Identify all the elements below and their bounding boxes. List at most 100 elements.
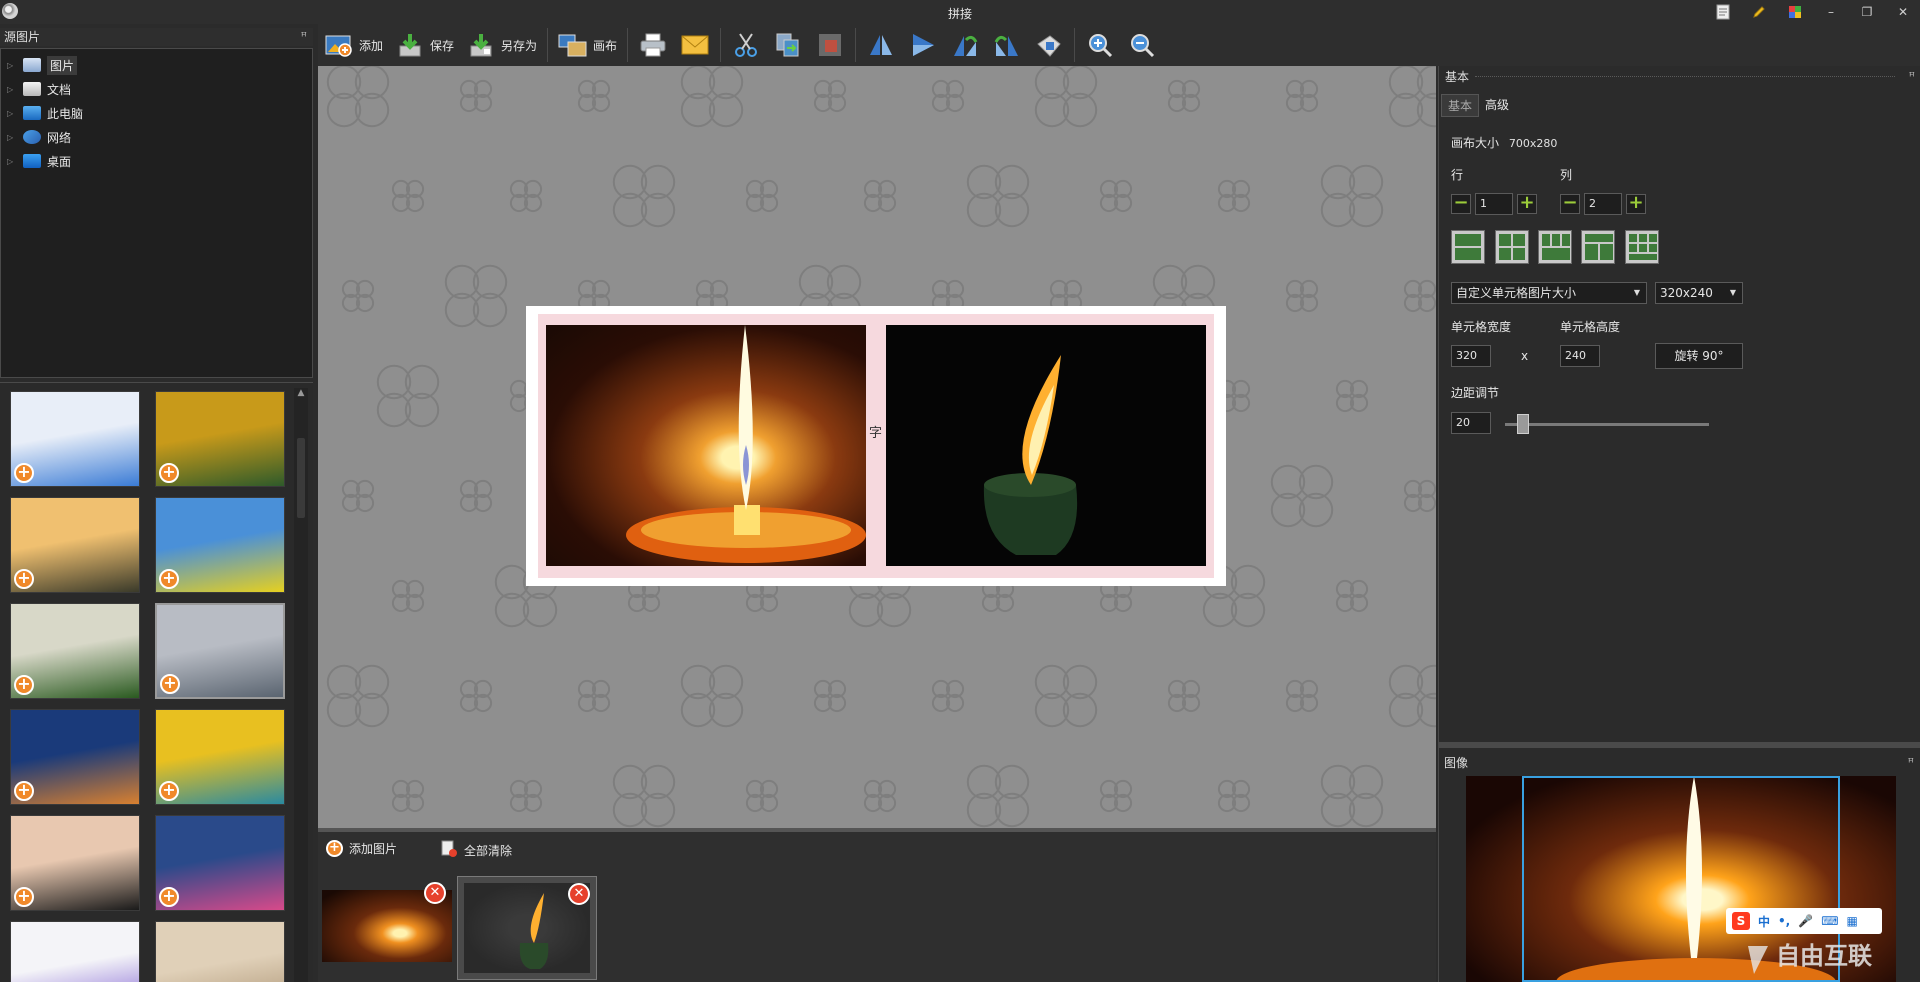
zoom-out-button[interactable] — [1121, 27, 1163, 63]
expand-arrow-icon[interactable]: ▷ — [7, 85, 17, 94]
remove-image-icon[interactable]: ✕ — [424, 882, 446, 904]
palette-icon[interactable] — [1784, 2, 1806, 22]
flower-motif — [1403, 279, 1436, 313]
clear-all-button[interactable]: 全部清除 — [440, 840, 512, 861]
document-icon[interactable] — [1712, 2, 1734, 22]
thumb-sand-dunes[interactable] — [155, 921, 285, 982]
email-button[interactable] — [674, 27, 716, 63]
pin-icon[interactable]: ꟸ — [1908, 752, 1914, 774]
layout-preset-2[interactable] — [1495, 230, 1529, 264]
pencil-icon[interactable] — [1748, 2, 1770, 22]
free-rotate-button[interactable] — [1028, 27, 1070, 63]
keyboard-icon[interactable]: ⌨ — [1821, 914, 1838, 928]
cols-decrement-button[interactable]: − — [1560, 194, 1580, 214]
cell-width-input[interactable]: 320 — [1451, 345, 1491, 367]
close-icon[interactable]: ✕ — [1892, 2, 1914, 22]
scroll-thumb[interactable] — [297, 438, 305, 518]
thumb-misty-forest[interactable]: + — [10, 603, 140, 699]
thumb-autumn-road[interactable]: + — [155, 391, 285, 487]
canvas-button[interactable]: 画布 — [552, 27, 623, 63]
layout-preset-3[interactable] — [1538, 230, 1572, 264]
ime-punct[interactable]: •, — [1778, 914, 1790, 928]
thumb-rice-terraces[interactable]: + — [155, 709, 285, 805]
tab-basic[interactable]: 基本 — [1441, 94, 1480, 117]
thumb-green-field-tree[interactable]: + — [155, 497, 285, 593]
thumb-castle-sunset[interactable]: + — [10, 497, 140, 593]
strip-image-candle-1[interactable]: ✕ — [322, 876, 452, 980]
restore-icon[interactable]: ❐ — [1856, 2, 1878, 22]
thumb-screenshot-1[interactable]: + — [10, 391, 140, 487]
tree-item-this-pc[interactable]: ▷ 此电脑 — [1, 101, 312, 125]
collage-preview[interactable]: 字 — [526, 306, 1226, 586]
pin-icon[interactable]: ꟸ — [301, 28, 307, 46]
remove-image-icon[interactable]: ✕ — [568, 883, 590, 905]
rotate-90-button[interactable]: 旋转 90° — [1655, 343, 1743, 369]
print-button[interactable] — [632, 27, 674, 63]
tree-item-desktop[interactable]: ▷ 桌面 — [1, 149, 312, 173]
expand-arrow-icon[interactable]: ▷ — [7, 157, 17, 166]
add-to-collage-icon[interactable]: + — [159, 781, 179, 801]
crop-button[interactable] — [809, 27, 851, 63]
editing-canvas[interactable]: 字 — [318, 66, 1436, 828]
flip-vertical-button[interactable] — [902, 27, 944, 63]
cell-size-preset-select[interactable]: 320x240 ▼ — [1655, 282, 1743, 304]
add-to-collage-icon[interactable]: + — [14, 569, 34, 589]
thumb-city-bridge-night[interactable]: + — [10, 709, 140, 805]
panel-splitter[interactable] — [1438, 742, 1920, 748]
expand-arrow-icon[interactable]: ▷ — [7, 109, 17, 118]
save-as-button[interactable]: 另存为 — [460, 27, 543, 63]
pin-icon[interactable]: ꟸ — [1909, 66, 1915, 88]
add-image-button[interactable]: + 添加图片 — [326, 840, 397, 857]
save-button[interactable]: 保存 — [389, 27, 460, 63]
rotate-right-button[interactable] — [986, 27, 1028, 63]
add-to-collage-icon[interactable]: + — [159, 887, 179, 907]
canvas-size-value: 700x280 — [1508, 137, 1558, 150]
margin-slider-handle[interactable] — [1517, 414, 1530, 434]
rows-input[interactable]: 1 — [1475, 193, 1513, 215]
scroll-up-arrow-icon[interactable]: ▲ — [294, 388, 308, 400]
layout-preset-4[interactable] — [1581, 230, 1615, 264]
thumb-screenshot-2[interactable] — [10, 921, 140, 982]
add-to-collage-icon[interactable]: + — [14, 675, 34, 695]
add-to-collage-icon[interactable]: + — [14, 781, 34, 801]
tab-advanced[interactable]: 高级 — [1479, 94, 1515, 117]
grid-icon[interactable]: ▦ — [1847, 914, 1858, 928]
cell-height-input[interactable]: 240 — [1560, 345, 1600, 367]
thumbnail-scrollbar[interactable]: ▲ — [294, 388, 308, 982]
add-to-collage-icon[interactable]: + — [159, 569, 179, 589]
copy-button[interactable] — [767, 27, 809, 63]
cut-button[interactable] — [725, 27, 767, 63]
cols-input[interactable]: 2 — [1584, 193, 1622, 215]
collage-cell-candle-2[interactable] — [886, 325, 1206, 566]
thumb-app-tiles[interactable]: + — [155, 815, 285, 911]
tree-item-pictures[interactable]: ▷ 图片 — [1, 53, 312, 77]
thumb-river-fisherman[interactable]: + — [155, 603, 285, 699]
margin-input[interactable]: 20 — [1451, 412, 1491, 434]
rows-decrement-button[interactable]: − — [1451, 194, 1471, 214]
add-to-collage-icon[interactable]: + — [160, 674, 180, 694]
rotate-left-button[interactable] — [944, 27, 986, 63]
margin-slider-track[interactable] — [1505, 423, 1709, 426]
strip-image-candle-2[interactable]: ✕ — [457, 876, 597, 980]
flower-motif — [1320, 764, 1384, 828]
ime-mode[interactable]: 中 — [1758, 913, 1770, 930]
expand-arrow-icon[interactable]: ▷ — [7, 133, 17, 142]
collage-cell-candle-1[interactable] — [546, 325, 866, 566]
cols-increment-button[interactable]: + — [1626, 194, 1646, 214]
thumb-girl-portrait[interactable]: + — [10, 815, 140, 911]
expand-arrow-icon[interactable]: ▷ — [7, 61, 17, 70]
minimize-icon[interactable]: – — [1820, 2, 1842, 22]
add-to-collage-icon[interactable]: + — [14, 463, 34, 483]
layout-preset-1[interactable] — [1451, 230, 1485, 264]
tree-item-documents[interactable]: ▷ 文档 — [1, 77, 312, 101]
add-to-collage-icon[interactable]: + — [159, 463, 179, 483]
rows-increment-button[interactable]: + — [1517, 194, 1537, 214]
add-to-collage-icon[interactable]: + — [14, 887, 34, 907]
flip-horizontal-button[interactable] — [860, 27, 902, 63]
zoom-in-button[interactable] — [1079, 27, 1121, 63]
layout-preset-5[interactable] — [1625, 230, 1659, 264]
mic-icon[interactable]: 🎤 — [1798, 914, 1813, 928]
tree-item-network[interactable]: ▷ 网络 — [1, 125, 312, 149]
cell-size-mode-select[interactable]: 自定义单元格图片大小 ▼ — [1451, 282, 1647, 304]
add-button[interactable]: 添加 — [318, 27, 389, 63]
